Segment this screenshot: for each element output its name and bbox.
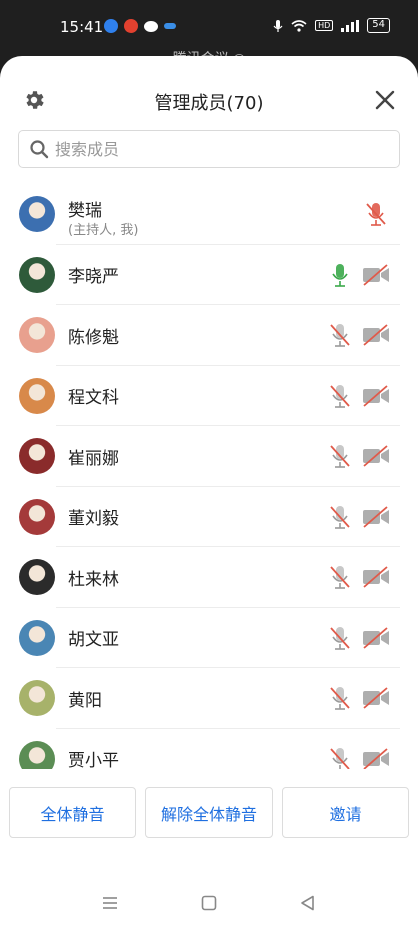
avatar [19, 619, 55, 656]
network-label: HD [315, 20, 334, 31]
weibo-icon [124, 19, 138, 33]
camera-off-icon[interactable] [362, 687, 390, 709]
camera-off-icon[interactable] [362, 324, 390, 346]
app-notification-icon [104, 19, 118, 33]
member-name: 崔丽娜 [68, 448, 119, 469]
microphone-muted-icon[interactable] [330, 564, 350, 590]
wechat-icon [144, 20, 158, 32]
member-name: 李晓严 [68, 267, 119, 288]
camera-off-icon[interactable] [362, 566, 390, 588]
signal-icon [341, 19, 360, 32]
member-row[interactable]: 樊瑞 (主持人, 我) [0, 184, 418, 245]
member-row[interactable]: 李晓严 [0, 245, 418, 306]
camera-off-icon[interactable] [362, 264, 390, 286]
meeting-app-icon [164, 23, 176, 29]
back-triangle-icon[interactable] [298, 893, 318, 913]
avatar [19, 680, 55, 717]
member-name: 董刘毅 [68, 509, 119, 530]
home-square-icon[interactable] [199, 893, 219, 913]
member-name: 黄阳 [68, 690, 102, 711]
camera-off-icon[interactable] [362, 445, 390, 467]
search-icon [30, 140, 49, 159]
microphone-on-icon[interactable] [330, 262, 350, 288]
search-box[interactable] [18, 130, 400, 168]
microphone-muted-icon[interactable] [330, 685, 350, 711]
camera-off-icon[interactable] [362, 627, 390, 649]
microphone-muted-icon[interactable] [330, 383, 350, 409]
system-navbar [0, 881, 418, 927]
member-name: 贾小平 [68, 751, 119, 769]
microphone-muted-icon[interactable] [366, 201, 386, 227]
page-title: 管理成员(70) [154, 93, 264, 114]
microphone-muted-icon[interactable] [330, 443, 350, 469]
member-row[interactable]: 陈修魁 [0, 305, 418, 366]
mute-all-button[interactable]: 全体静音 [9, 787, 136, 838]
status-app-icons [104, 19, 176, 33]
member-row[interactable]: 董刘毅 [0, 487, 418, 548]
member-name: 杜来林 [68, 569, 119, 590]
member-name: 程文科 [68, 388, 119, 409]
microphone-muted-icon[interactable] [330, 322, 350, 348]
member-name: 胡文亚 [68, 630, 119, 651]
invite-button[interactable]: 邀请 [282, 787, 409, 838]
unmute-all-button[interactable]: 解除全体静音 [145, 787, 273, 838]
member-name: 樊瑞 [68, 201, 102, 221]
avatar [19, 256, 55, 293]
manage-members-sheet: 管理成员(70) 樊瑞 (主持人, 我) 李晓严 陈修魁 程文科 崔丽娜 董刘毅 杜… [0, 56, 418, 929]
microphone-muted-icon[interactable] [330, 625, 350, 651]
avatar [19, 196, 55, 233]
avatar [19, 438, 55, 475]
battery-indicator: 54 [367, 18, 390, 33]
member-row[interactable]: 胡文亚 [0, 608, 418, 669]
wifi-icon [291, 19, 307, 32]
member-row[interactable]: 黄阳 [0, 668, 418, 729]
member-row[interactable]: 崔丽娜 [0, 426, 418, 487]
member-role: (主持人, 我) [68, 223, 139, 238]
avatar [19, 498, 55, 535]
action-bar: 全体静音 解除全体静音 邀请 [0, 787, 418, 839]
status-time: 15:41 [60, 18, 104, 36]
camera-off-icon[interactable] [362, 506, 390, 528]
camera-off-icon[interactable] [362, 748, 390, 769]
avatar [19, 559, 55, 596]
camera-off-icon[interactable] [362, 385, 390, 407]
microphone-muted-icon[interactable] [330, 746, 350, 769]
status-indicators: HD 54 [273, 18, 390, 33]
member-row[interactable]: 贾小平 [0, 729, 418, 769]
member-list: 樊瑞 (主持人, 我) 李晓严 陈修魁 程文科 崔丽娜 董刘毅 杜来林 胡文亚 黄阳… [0, 184, 418, 769]
menu-icon[interactable] [100, 893, 120, 913]
search-input[interactable] [55, 139, 355, 159]
member-row[interactable]: 杜来林 [0, 547, 418, 608]
avatar [19, 740, 55, 769]
close-icon[interactable] [374, 89, 396, 111]
microphone-status-icon [273, 19, 283, 32]
avatar [19, 377, 55, 414]
avatar [19, 317, 55, 354]
member-name: 陈修魁 [68, 327, 119, 348]
member-row[interactable]: 程文科 [0, 366, 418, 427]
microphone-muted-icon[interactable] [330, 504, 350, 530]
